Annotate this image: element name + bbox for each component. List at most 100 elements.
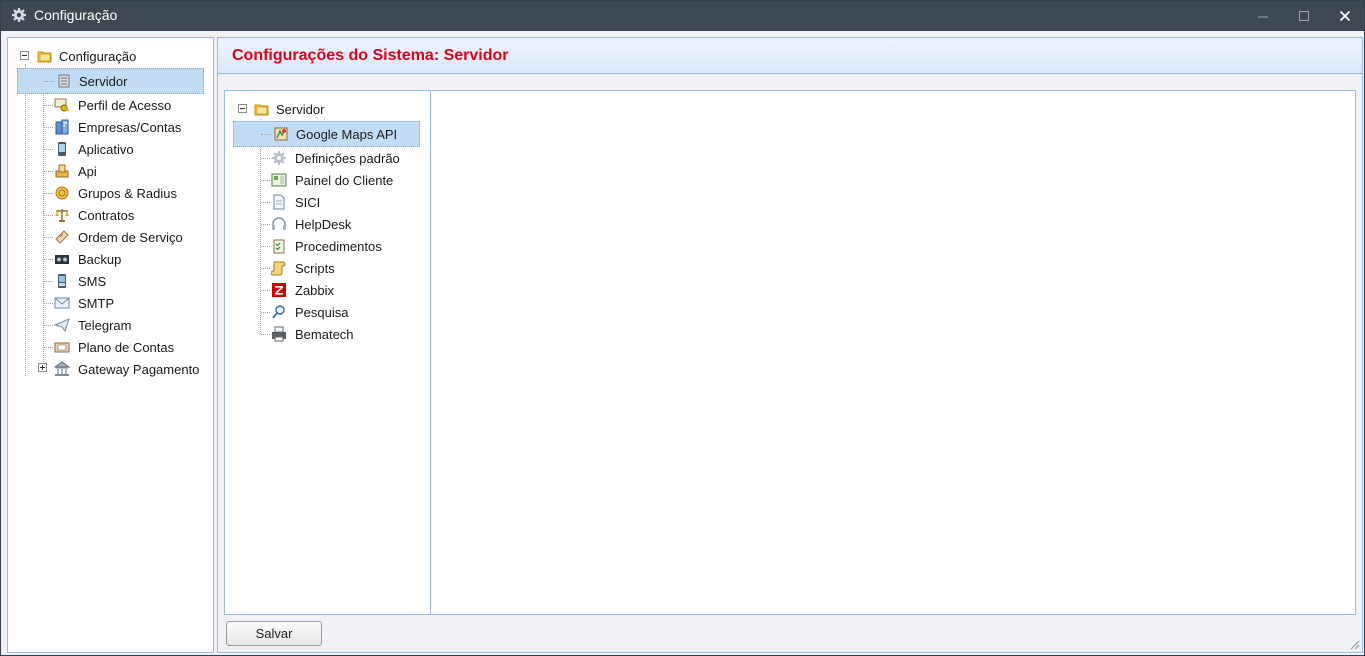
sidebar-item-label: Gateway Pagamento (78, 362, 200, 377)
tree-item-helpdesk[interactable]: HelpDesk (233, 213, 423, 235)
scale-icon (55, 209, 69, 222)
document-icon (273, 194, 285, 210)
sidebar-item-contratos[interactable]: Contratos (18, 204, 208, 226)
tree-root-label: Servidor (276, 102, 325, 117)
sidebar-item-backup[interactable]: Backup (18, 248, 208, 270)
resize-grip-icon[interactable] (1350, 640, 1360, 650)
tree-item-zabbix[interactable]: Zabbix (233, 279, 423, 301)
magnifier-icon (272, 305, 285, 319)
server-icon (58, 74, 70, 88)
sidebar-item-label: Api (78, 164, 97, 179)
checklist-icon (273, 239, 285, 254)
tree-item-sici[interactable]: SICI (233, 191, 423, 213)
api-icon (55, 164, 69, 178)
sidebar-item-label: Contratos (78, 208, 135, 223)
phone-icon (58, 274, 66, 288)
coins-icon (55, 186, 69, 200)
config-tree-panel: Configuração Servidor Perfil de Acesso E… (7, 37, 214, 653)
tape-icon (55, 255, 69, 264)
maximize-button[interactable] (1292, 5, 1316, 27)
folder-icon (254, 104, 269, 116)
sidebar-item-smtp[interactable]: SMTP (18, 292, 208, 314)
headset-icon (272, 217, 286, 230)
tree-item-label: Pesquisa (295, 305, 349, 320)
folder-icon (37, 51, 52, 63)
tree-root-servidor[interactable]: Servidor (233, 98, 423, 120)
sidebar-item-label: Telegram (78, 318, 132, 333)
tree-item-painel-do-cliente[interactable]: Painel do Cliente (233, 169, 423, 191)
scroll-icon (271, 261, 286, 276)
panel-body: Servidor Google Maps API Definições padr… (218, 75, 1362, 652)
printer-icon (272, 326, 286, 342)
tree-item-procedimentos[interactable]: Procedimentos (233, 235, 423, 257)
gear-icon (12, 8, 26, 22)
bank-icon (54, 361, 70, 376)
tree-item-label: Painel do Cliente (295, 173, 394, 188)
tree-root-label: Configuração (59, 49, 137, 64)
minimize-icon (1258, 16, 1268, 18)
mail-icon (54, 297, 70, 309)
minimize-button[interactable] (1251, 5, 1275, 27)
collapse-icon[interactable] (238, 104, 247, 113)
tree-item-scripts[interactable]: Scripts (233, 257, 423, 279)
tree-item-label: HelpDesk (295, 217, 352, 232)
sidebar-item-plano-de-contas[interactable]: Plano de Contas (18, 336, 208, 358)
sidebar-item-ordem-de-servico[interactable]: Ordem de Serviço (18, 226, 208, 248)
tree-item-label: Procedimentos (295, 239, 382, 254)
title-bar: Configuração (1, 1, 1364, 31)
sidebar-item-label: Servidor (79, 74, 128, 89)
sidebar-item-sms[interactable]: SMS (18, 270, 208, 292)
collapse-icon[interactable] (20, 51, 29, 60)
window-title: Configuração (34, 7, 118, 23)
tree-item-label: Bematech (295, 327, 354, 342)
sidebar-item-label: Empresas/Contas (78, 120, 182, 135)
sidebar-item-aplicativo[interactable]: Aplicativo (18, 138, 208, 160)
sidebar-item-grupos-radius[interactable]: Grupos & Radius (18, 182, 208, 204)
settings-content-area (430, 90, 1356, 615)
building-icon (55, 119, 69, 135)
sidebar-item-servidor[interactable]: Servidor (17, 68, 204, 94)
sidebar-item-label: Aplicativo (78, 142, 134, 157)
tree-item-bematech[interactable]: Bematech (233, 323, 423, 345)
servidor-tree: Servidor Google Maps API Definições padr… (224, 90, 431, 615)
tree-item-label: Zabbix (295, 283, 335, 298)
page-title: Configurações do Sistema: Servidor (232, 47, 509, 64)
tree-item-label: SICI (295, 195, 321, 210)
tree-root-configuracao[interactable]: Configuração (18, 45, 208, 67)
ticket-icon (55, 230, 69, 244)
tree-item-label: Definições padrão (295, 151, 400, 166)
maximize-icon (1299, 11, 1309, 21)
tree-item-definicoes-padrao[interactable]: Definições padrão (233, 147, 423, 169)
sidebar-item-label: Grupos & Radius (78, 186, 177, 201)
tree-item-label: Scripts (295, 261, 335, 276)
tree-item-google-maps-api[interactable]: Google Maps API (233, 121, 420, 147)
cog-icon (272, 151, 286, 165)
tree-item-label: Google Maps API (296, 127, 398, 142)
panel-header: Configurações do Sistema: Servidor (218, 38, 1362, 74)
sidebar-item-label: Perfil de Acesso (78, 98, 172, 113)
config-window: Configuração Configuração Servidor Perfi… (0, 0, 1365, 656)
sidebar-item-label: Ordem de Serviço (78, 230, 183, 245)
sidebar-item-label: SMS (78, 274, 107, 289)
key-icon (54, 98, 69, 112)
sidebar-item-telegram[interactable]: Telegram (18, 314, 208, 336)
sidebar-item-label: Plano de Contas (78, 340, 175, 355)
sidebar-item-api[interactable]: Api (18, 160, 208, 182)
settings-panel: Configurações do Sistema: Servidor Servi… (217, 37, 1363, 653)
map-icon (274, 127, 288, 141)
sidebar-item-gateway-pagamento[interactable]: Gateway Pagamento (18, 358, 208, 380)
save-button[interactable]: Salvar (226, 621, 322, 646)
sidebar-item-label: Backup (78, 252, 122, 267)
close-button[interactable] (1333, 5, 1357, 27)
close-icon (1339, 10, 1351, 22)
sidebar-item-label: SMTP (78, 296, 115, 311)
zabbix-icon (272, 283, 286, 297)
tree-item-pesquisa[interactable]: Pesquisa (233, 301, 423, 323)
panel-icon (271, 173, 287, 187)
sidebar-item-perfil-de-acesso[interactable]: Perfil de Acesso (18, 94, 208, 116)
ledger-icon (54, 342, 70, 353)
expand-icon[interactable] (38, 363, 47, 372)
paper-plane-icon (54, 318, 70, 333)
sidebar-item-empresas-contas[interactable]: Empresas/Contas (18, 116, 208, 138)
mobile-icon (58, 142, 66, 156)
